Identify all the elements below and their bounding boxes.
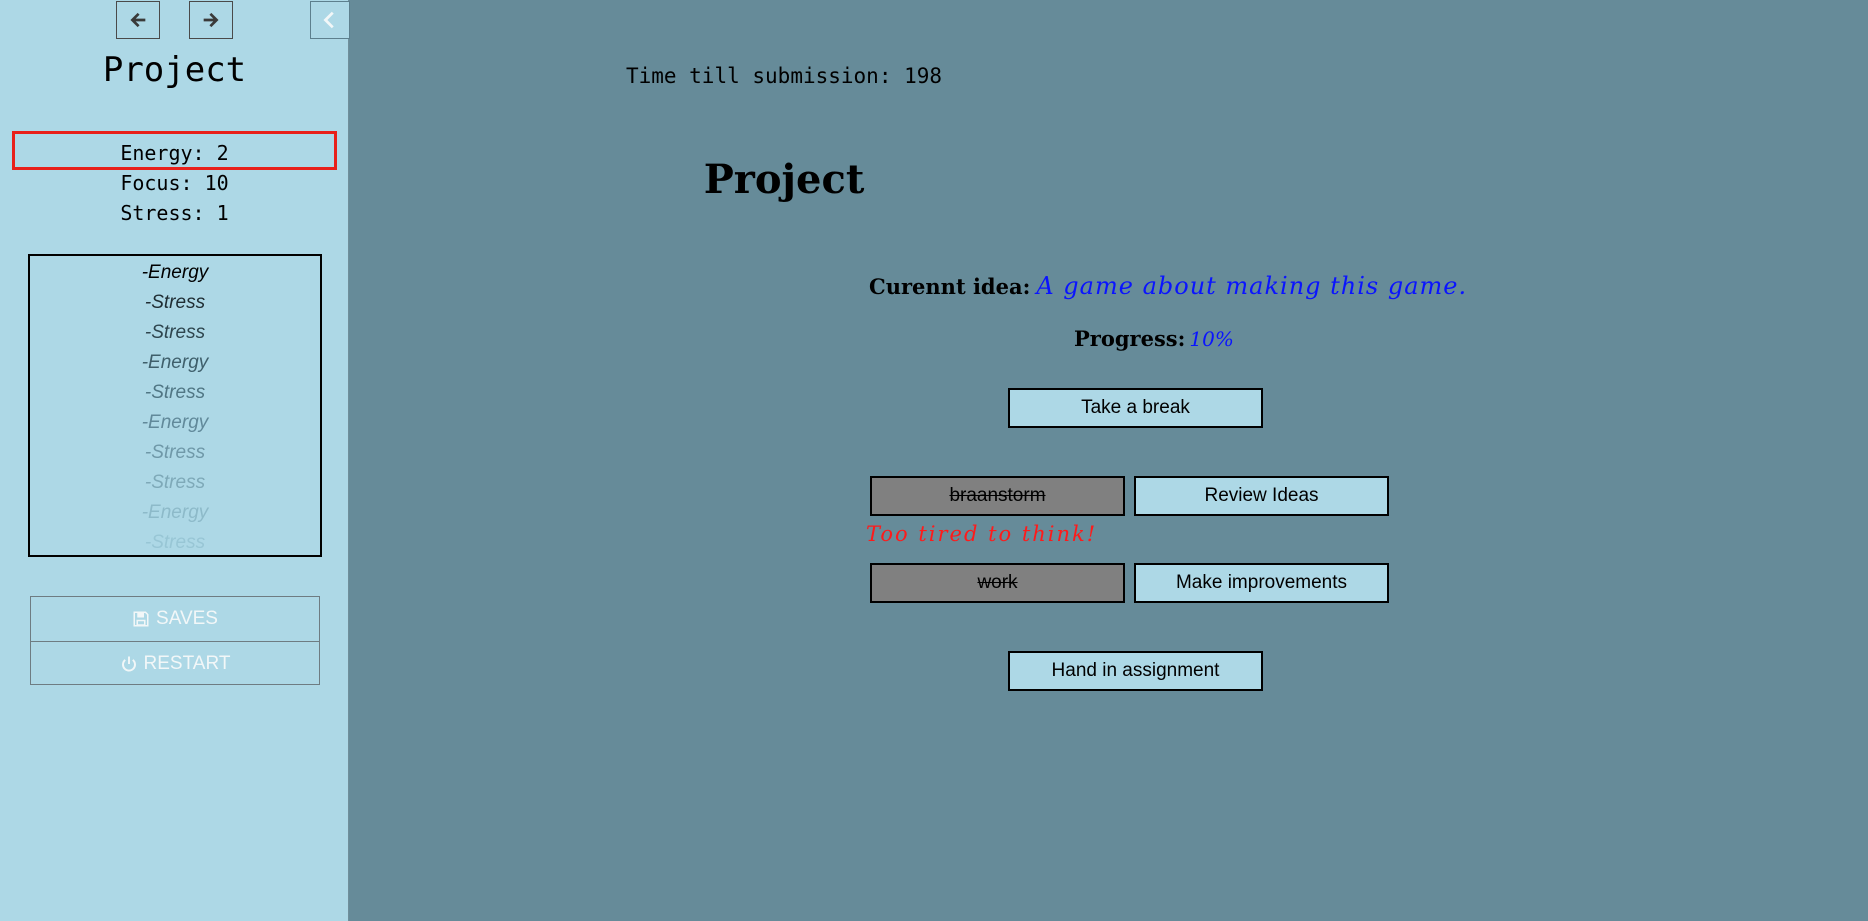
make-improvements-button[interactable]: Make improvements xyxy=(1134,563,1389,603)
history-item: -Stress xyxy=(144,292,206,313)
take-a-break-button[interactable]: Take a break xyxy=(1008,388,1263,428)
history-item: -Stress xyxy=(144,472,206,493)
current-idea: Curennt idea: A game about making this ga… xyxy=(869,272,1467,300)
history-item: -Energy xyxy=(141,502,209,523)
history-item: -Stress xyxy=(144,532,206,553)
history-item: -Stress xyxy=(144,442,206,463)
power-icon xyxy=(121,656,136,672)
progress-label: Progress: xyxy=(1074,326,1186,351)
history-log: -Energy -Stress -Stress -Energy -Stress -Ener… xyxy=(28,254,322,557)
saves-button[interactable]: SAVES xyxy=(31,597,319,641)
brainstorm-button[interactable]: braanstorm xyxy=(870,476,1125,516)
floppy-disk-icon xyxy=(133,611,149,627)
history-item: -Energy xyxy=(141,262,209,283)
idea-value: A game about making this game. xyxy=(1036,272,1468,300)
page-title: Project xyxy=(703,156,865,203)
restart-button[interactable]: RESTART xyxy=(31,641,319,686)
saves-label: SAVES xyxy=(156,608,218,629)
main-panel xyxy=(350,0,1868,921)
review-ideas-button[interactable]: Review Ideas xyxy=(1134,476,1389,516)
hand-in-assignment-button[interactable]: Hand in assignment xyxy=(1008,651,1263,691)
chevron-left-icon xyxy=(323,11,334,29)
submission-timer: Time till submission: 198 xyxy=(625,64,943,88)
back-button[interactable] xyxy=(116,1,160,39)
history-item: -Stress xyxy=(144,382,206,403)
work-button[interactable]: work xyxy=(870,563,1125,603)
history-item: -Energy xyxy=(141,412,209,433)
sidebar-menu: SAVES RESTART xyxy=(30,596,320,685)
warning-text: Too tired to think! xyxy=(866,522,1098,546)
arrow-right-icon xyxy=(203,12,219,28)
stress-stat: Stress: 1 xyxy=(120,201,229,225)
idea-label: Curennt idea: xyxy=(869,274,1031,299)
restart-label: RESTART xyxy=(143,653,231,674)
progress: Progress: 10% xyxy=(1074,326,1234,351)
arrow-left-icon xyxy=(130,12,146,28)
sidebar: Project Energy: 2 Focus: 10 Stress: 1 -E… xyxy=(0,0,350,921)
forward-button[interactable] xyxy=(189,1,233,39)
progress-value: 10% xyxy=(1189,327,1234,351)
history-item: -Stress xyxy=(144,322,206,343)
history-item: -Energy xyxy=(141,352,209,373)
collapse-sidebar-button[interactable] xyxy=(310,1,350,39)
